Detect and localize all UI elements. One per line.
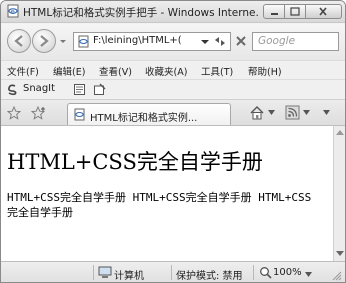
search-placeholder: Google xyxy=(258,35,296,47)
tab-label: HTML标记和格式实例... xyxy=(90,113,198,123)
zoom-level[interactable]: 100% xyxy=(273,267,302,278)
capture-editor-icon[interactable] xyxy=(93,83,106,96)
close-icon xyxy=(319,7,327,16)
scroll-up-arrow-icon[interactable] xyxy=(336,129,344,135)
title-bar: e HTML标记和格式实例手把手 - Windows Interne... xyxy=(1,1,345,23)
back-button[interactable] xyxy=(7,29,31,53)
page-content: HTML+CSS完全自学手册 HTML+CSS完全自学手册 HTML+CSS完全… xyxy=(1,125,333,261)
stop-icon[interactable] xyxy=(233,33,249,49)
security-zone: 计算机 xyxy=(114,271,144,282)
page-heading: HTML+CSS完全自学手册 xyxy=(7,150,263,174)
menu-view[interactable]: 查看(V) xyxy=(99,64,132,78)
recent-pages-dropdown-icon[interactable] xyxy=(58,36,68,46)
tab-row: HTML标记和格式实例... xyxy=(1,99,345,126)
snagit-icon[interactable] xyxy=(6,83,19,96)
home-dropdown-icon[interactable] xyxy=(268,110,275,115)
scroll-down-arrow-icon[interactable] xyxy=(336,251,344,257)
maximize-button[interactable] xyxy=(285,4,306,19)
status-divider xyxy=(93,265,94,280)
address-field[interactable]: F:\leining\HTML+( xyxy=(73,32,231,51)
page-body-text: HTML+CSS完全自学手册 HTML+CSS完全自学手册 HTML+CSS完全… xyxy=(7,191,312,219)
ie-page-icon: e xyxy=(7,4,19,18)
ie-page-icon xyxy=(78,35,89,48)
navigation-bar: F:\leining\HTML+( Google xyxy=(1,24,345,60)
favorites-star-icon[interactable] xyxy=(7,106,21,120)
window-title: HTML标记和格式实例手把手 - Windows Interne... xyxy=(23,7,259,19)
status-divider xyxy=(171,265,172,280)
forward-arrow-icon xyxy=(40,35,49,47)
feeds-dropdown-icon[interactable] xyxy=(303,110,310,115)
feeds-icon[interactable] xyxy=(285,105,300,120)
menu-tools[interactable]: 工具(T) xyxy=(201,64,233,78)
home-icon[interactable] xyxy=(249,105,265,120)
forward-button[interactable] xyxy=(32,29,56,53)
minimize-icon xyxy=(271,13,278,15)
maximize-icon xyxy=(290,7,300,16)
zoom-icon[interactable] xyxy=(259,266,272,279)
vertical-scrollbar[interactable] xyxy=(333,125,345,261)
status-divider xyxy=(253,265,254,280)
capture-page-icon[interactable] xyxy=(73,83,86,96)
back-arrow-icon xyxy=(14,35,23,47)
address-url: F:\leining\HTML+( xyxy=(93,35,182,46)
snagit-label[interactable]: SnagIt xyxy=(23,83,55,94)
menu-help[interactable]: 帮助(H) xyxy=(248,64,282,78)
protected-mode-status[interactable]: 保护模式: 禁用 xyxy=(176,267,243,282)
computer-zone-icon xyxy=(98,266,112,278)
refresh-icon[interactable] xyxy=(212,34,228,49)
snagit-toolbar: SnagIt xyxy=(1,79,345,98)
address-dropdown-icon[interactable] xyxy=(200,36,210,47)
tab-current[interactable]: HTML标记和格式实例... xyxy=(67,103,231,126)
ie-page-icon xyxy=(74,108,85,121)
resize-grip-icon[interactable] xyxy=(331,270,342,281)
menu-file[interactable]: 文件(F) xyxy=(7,64,39,78)
menu-bar: 文件(F) 编辑(E) 查看(V) 收藏夹(A) 工具(T) 帮助(H) xyxy=(1,60,345,79)
menu-edit[interactable]: 编辑(E) xyxy=(53,64,85,78)
more-tools-dropdown-icon[interactable] xyxy=(323,110,330,115)
zoom-dropdown-icon[interactable] xyxy=(305,272,312,277)
close-button[interactable] xyxy=(306,4,342,19)
minimize-button[interactable] xyxy=(263,4,285,19)
svg-text:e: e xyxy=(11,8,15,16)
add-favorite-icon[interactable] xyxy=(31,106,47,120)
browser-window: e HTML标记和格式实例手把手 - Windows Interne... F:… xyxy=(0,0,346,283)
menu-favorites[interactable]: 收藏夹(A) xyxy=(145,64,187,78)
status-bar: 计算机 保护模式: 禁用 100% xyxy=(1,261,345,282)
search-field[interactable]: Google xyxy=(252,32,339,51)
